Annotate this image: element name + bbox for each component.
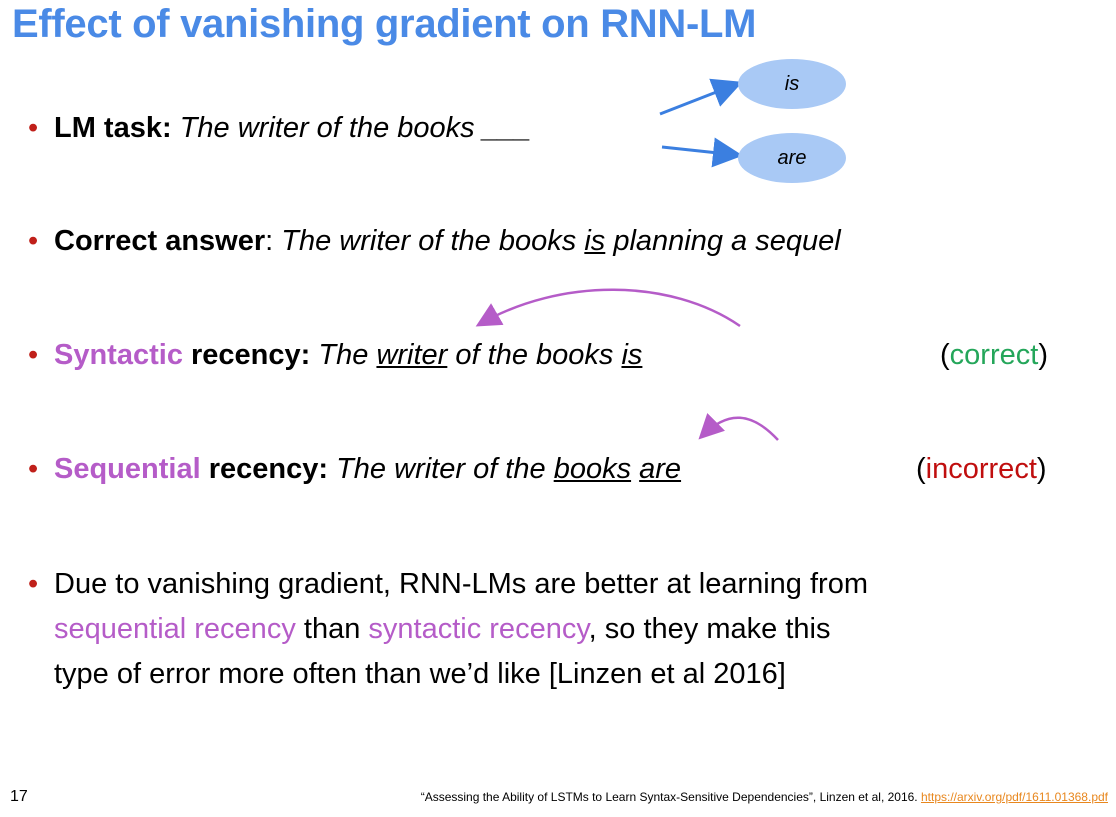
conclusion-line3: type of error more often than we’d like …: [54, 658, 786, 690]
correct-answer-underlined: is: [584, 225, 606, 257]
conclusion-than: than: [303, 613, 361, 645]
conclusion-syntactic-recency: syntactic recency: [368, 613, 589, 645]
correct-answer-text-after: planning a sequel: [613, 225, 841, 257]
correct-tag-word: correct: [949, 339, 1039, 371]
correct-tag-close: ): [1038, 339, 1048, 371]
bullet-correct-answer: • Correct answer: The writer of the books…: [28, 223, 841, 259]
sequential-text-before: The writer of the: [336, 453, 546, 485]
citation: “Assessing the Ability of LSTMs to Learn…: [421, 790, 1108, 804]
syntactic-mid: of the books: [455, 339, 614, 371]
syntactic-writer: writer: [376, 339, 448, 371]
bullet-dot: •: [28, 112, 39, 144]
syntactic-recency-label: recency:: [191, 339, 311, 371]
correct-tag-open: (: [940, 339, 950, 371]
arrow-to-is: [659, 78, 743, 116]
lm-task-text: The writer of the books ___: [179, 112, 532, 144]
incorrect-tag-word: incorrect: [925, 453, 1037, 485]
bullet-dot: •: [28, 568, 39, 600]
choice-are-label: are: [777, 146, 807, 169]
lm-task-label: LM task:: [54, 112, 172, 144]
sequential-books: books: [553, 453, 632, 485]
correct-tag: (correct): [940, 337, 1048, 373]
bullet-dot: •: [28, 453, 39, 485]
conclusion-sequential-recency: sequential recency: [54, 613, 296, 645]
sequential-dependency-arrow: [698, 413, 779, 441]
bullet-conclusion: • Due to vanishing gradient, RNN-LMs are …: [28, 562, 1088, 697]
sequential-are: are: [639, 453, 682, 485]
syntactic-label: Syntactic: [54, 339, 183, 371]
citation-link[interactable]: https://arxiv.org/pdf/1611.01368.pdf: [921, 790, 1108, 804]
incorrect-tag: (incorrect): [916, 451, 1047, 487]
choice-are-ellipse: are: [738, 133, 846, 183]
conclusion-line2-end: , so they make this: [588, 613, 831, 645]
arrow-to-are: [661, 137, 743, 168]
conclusion-line1: Due to vanishing gradient, RNN-LMs are b…: [54, 568, 868, 600]
bullet-lm-task: • LM task: The writer of the books ___: [28, 110, 531, 146]
incorrect-tag-open: (: [916, 453, 926, 485]
incorrect-tag-close: ): [1036, 453, 1047, 485]
choice-is-ellipse: is: [738, 59, 846, 109]
choice-is-label: is: [784, 72, 800, 95]
bullet-sequential-recency: • Sequential recency: The writer of the b…: [28, 451, 681, 487]
correct-answer-text-before: The writer of the books: [281, 225, 577, 257]
correct-answer-label: Correct answer: [54, 225, 266, 257]
syntactic-the: The: [318, 339, 369, 371]
syntactic-dependency-arrow: [475, 288, 741, 328]
sequential-recency-label: recency:: [208, 453, 329, 485]
citation-text: “Assessing the Ability of LSTMs to Learn…: [420, 790, 918, 804]
bullet-dot: •: [28, 339, 39, 371]
correct-answer-colon: :: [265, 225, 274, 257]
bullet-dot: •: [28, 225, 39, 257]
sequential-label: Sequential: [54, 453, 201, 485]
syntactic-is: is: [621, 339, 643, 371]
bullet-syntactic-recency: • Syntactic recency: The writer of the bo…: [28, 337, 642, 373]
slide-number: 17: [10, 788, 28, 805]
